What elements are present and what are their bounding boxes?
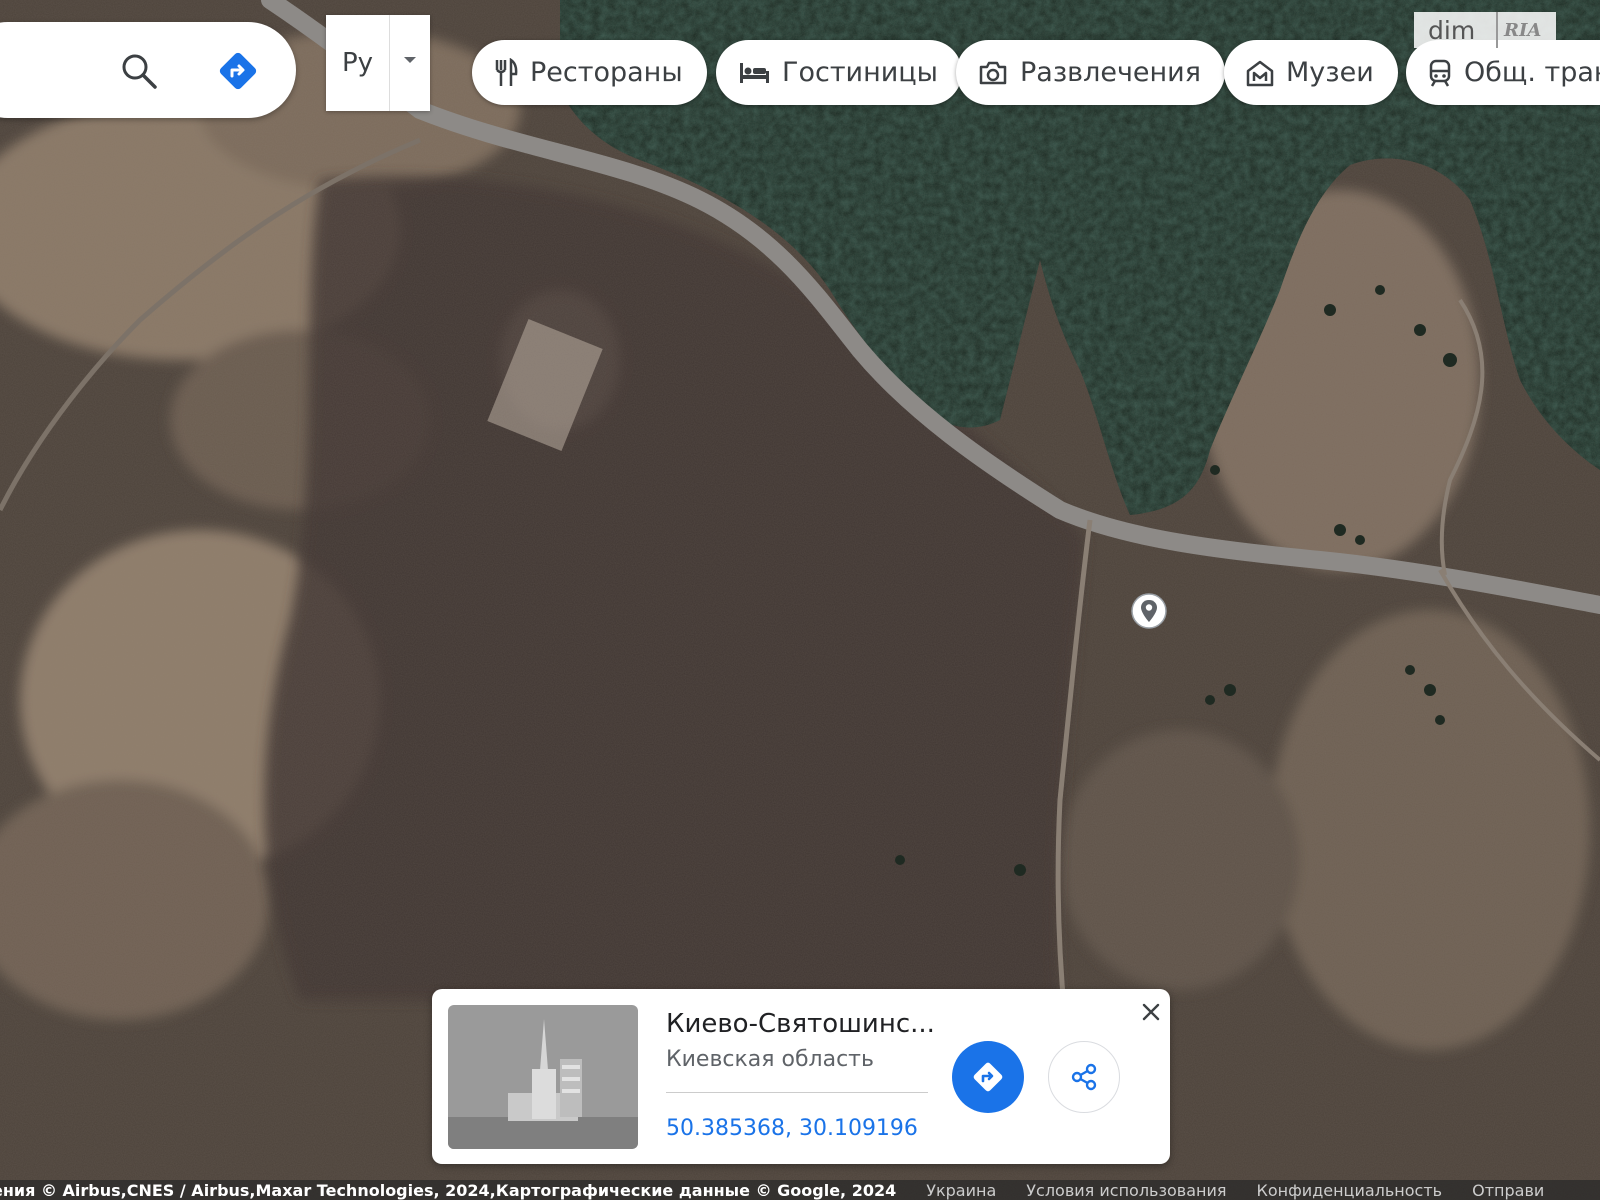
footer-link-terms[interactable]: Условия использования: [1026, 1181, 1226, 1200]
chip-label: Гостиницы: [782, 57, 939, 88]
chip-hotels[interactable]: Гостиницы: [716, 40, 963, 105]
chip-transit[interactable]: Общ. тран: [1406, 40, 1600, 105]
museum-icon: [1246, 60, 1274, 86]
location-pin-icon[interactable]: [1130, 592, 1168, 630]
close-button[interactable]: [1136, 997, 1166, 1027]
footer-link-feedback[interactable]: Отправи: [1472, 1181, 1544, 1200]
place-title: Киево-Святошинс...: [666, 1009, 935, 1039]
chip-label: Музеи: [1286, 57, 1374, 88]
camera-icon: [979, 61, 1007, 84]
caret-down-icon[interactable]: [390, 15, 430, 111]
place-subtitle: Киевская область: [666, 1047, 874, 1072]
directions-icon: [973, 1062, 1003, 1092]
share-icon: [1071, 1063, 1097, 1091]
chip-museums[interactable]: Музеи: [1224, 40, 1398, 105]
watermark-logo: dim RIA: [1414, 12, 1556, 48]
card-divider: [666, 1092, 928, 1093]
chip-label: Рестораны: [530, 57, 683, 88]
place-coordinates[interactable]: 50.385368, 30.109196: [666, 1116, 918, 1141]
directions-icon[interactable]: [218, 51, 258, 91]
restaurant-icon: [495, 57, 518, 86]
share-button[interactable]: [1048, 1041, 1120, 1113]
directions-button[interactable]: [952, 1041, 1024, 1113]
footer-link-privacy[interactable]: Конфиденциальность: [1257, 1181, 1443, 1200]
hotel-icon: [740, 62, 769, 83]
place-card[interactable]: Киево-Святошинс... Киевская область 50.3…: [432, 989, 1170, 1164]
search-box[interactable]: [0, 22, 296, 118]
watermark-ria: RIA: [1496, 12, 1541, 48]
map-footer: ения © Airbus,CNES / Airbus,Maxar Techno…: [0, 1180, 1600, 1200]
transit-icon: [1429, 59, 1451, 87]
place-thumbnail[interactable]: [448, 1005, 638, 1149]
chip-restaurants[interactable]: Рестораны: [472, 40, 707, 105]
watermark-dim: dim: [1428, 15, 1476, 45]
chip-entertainment[interactable]: Развлечения: [956, 40, 1225, 105]
close-icon: [1142, 1003, 1160, 1021]
language-selector[interactable]: Ру: [326, 15, 430, 111]
search-icon[interactable]: [120, 52, 158, 90]
attribution-text: ения © Airbus,CNES / Airbus,Maxar Techno…: [0, 1180, 897, 1200]
language-label[interactable]: Ру: [326, 15, 390, 111]
chip-label: Развлечения: [1020, 57, 1201, 88]
chip-label: Общ. тран: [1464, 57, 1600, 88]
footer-link-country[interactable]: Украина: [926, 1181, 996, 1200]
